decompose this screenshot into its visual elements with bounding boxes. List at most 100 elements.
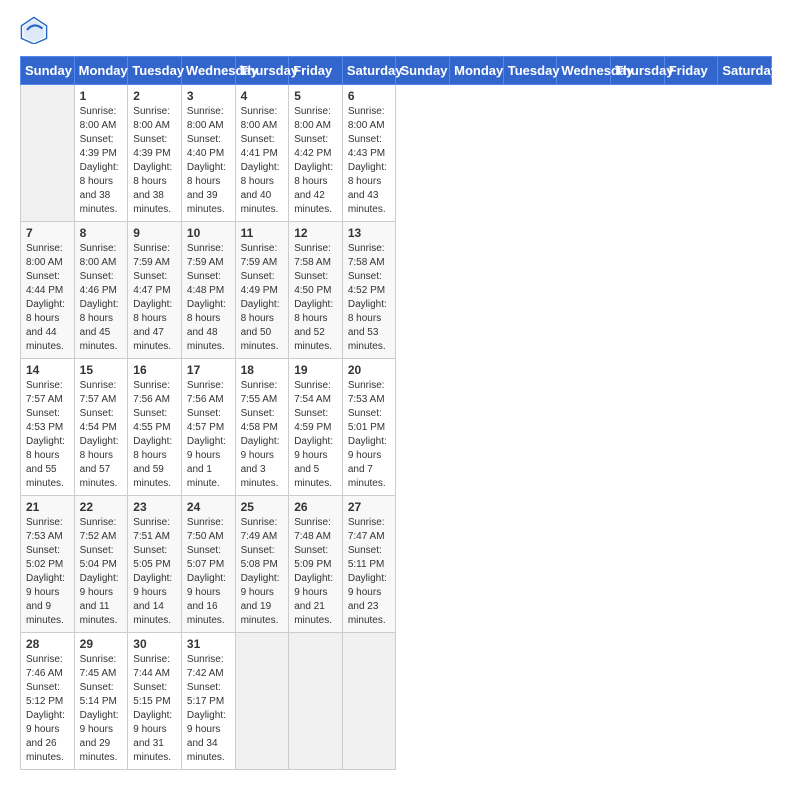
logo-icon xyxy=(20,16,48,44)
day-number: 3 xyxy=(187,89,230,103)
day-number: 29 xyxy=(80,637,123,651)
day-number: 4 xyxy=(241,89,284,103)
day-number: 25 xyxy=(241,500,284,514)
day-info: Sunrise: 7:45 AMSunset: 5:14 PMDaylight:… xyxy=(80,653,123,765)
calendar-cell: 5 Sunrise: 8:00 AMSunset: 4:42 PMDaylight… xyxy=(289,85,343,222)
weekday-wednesday: Wednesday xyxy=(557,57,611,85)
day-number: 8 xyxy=(80,226,123,240)
day-number: 15 xyxy=(80,363,123,377)
calendar-cell: 13 Sunrise: 7:58 AMSunset: 4:52 PMDayligh… xyxy=(342,222,396,359)
day-info: Sunrise: 7:55 AMSunset: 4:58 PMDaylight:… xyxy=(241,379,284,491)
weekday-header-thursday: Thursday xyxy=(235,57,289,85)
day-info: Sunrise: 7:58 AMSunset: 4:50 PMDaylight:… xyxy=(294,242,337,354)
calendar-cell: 15 Sunrise: 7:57 AMSunset: 4:54 PMDayligh… xyxy=(74,359,128,496)
calendar-cell: 7 Sunrise: 8:00 AMSunset: 4:44 PMDaylight… xyxy=(21,222,75,359)
calendar-cell: 14 Sunrise: 7:57 AMSunset: 4:53 PMDayligh… xyxy=(21,359,75,496)
calendar-cell: 1 Sunrise: 8:00 AMSunset: 4:39 PMDaylight… xyxy=(74,85,128,222)
day-number: 16 xyxy=(133,363,176,377)
day-info: Sunrise: 7:58 AMSunset: 4:52 PMDaylight:… xyxy=(348,242,391,354)
weekday-thursday: Thursday xyxy=(611,57,665,85)
day-number: 5 xyxy=(294,89,337,103)
day-info: Sunrise: 7:56 AMSunset: 4:57 PMDaylight:… xyxy=(187,379,230,491)
day-number: 17 xyxy=(187,363,230,377)
day-info: Sunrise: 8:00 AMSunset: 4:43 PMDaylight:… xyxy=(348,105,391,217)
calendar-cell: 9Sunrise: 7:59 AMSunset: 4:47 PMDaylight… xyxy=(128,222,182,359)
day-number: 10 xyxy=(187,226,230,240)
day-info: Sunrise: 7:57 AMSunset: 4:54 PMDaylight:… xyxy=(80,379,123,491)
day-info: Sunrise: 7:49 AMSunset: 5:08 PMDaylight:… xyxy=(241,516,284,628)
day-info: Sunrise: 8:00 AMSunset: 4:41 PMDaylight:… xyxy=(241,105,284,217)
day-number: 27 xyxy=(348,500,391,514)
calendar-cell: 11Sunrise: 7:59 AMSunset: 4:49 PMDayligh… xyxy=(235,222,289,359)
day-number: 26 xyxy=(294,500,337,514)
week-row-1: 1 Sunrise: 8:00 AMSunset: 4:39 PMDaylight… xyxy=(21,85,772,222)
day-number: 13 xyxy=(348,226,391,240)
day-number: 28 xyxy=(26,637,69,651)
weekday-header-saturday: Saturday xyxy=(342,57,396,85)
calendar-cell xyxy=(289,633,343,770)
day-info: Sunrise: 8:00 AMSunset: 4:39 PMDaylight:… xyxy=(133,105,176,217)
logo xyxy=(20,16,52,44)
day-number: 22 xyxy=(80,500,123,514)
day-info: Sunrise: 8:00 AMSunset: 4:39 PMDaylight:… xyxy=(80,105,123,217)
calendar-cell: 31Sunrise: 7:42 AMSunset: 5:17 PMDayligh… xyxy=(181,633,235,770)
calendar-cell: 4 Sunrise: 8:00 AMSunset: 4:41 PMDaylight… xyxy=(235,85,289,222)
calendar-cell: 20Sunrise: 7:53 AMSunset: 5:01 PMDayligh… xyxy=(342,359,396,496)
weekday-friday: Friday xyxy=(664,57,718,85)
day-info: Sunrise: 7:53 AMSunset: 5:02 PMDaylight:… xyxy=(26,516,69,628)
weekday-tuesday: Tuesday xyxy=(503,57,557,85)
day-info: Sunrise: 7:57 AMSunset: 4:53 PMDaylight:… xyxy=(26,379,69,491)
calendar-cell: 6 Sunrise: 8:00 AMSunset: 4:43 PMDaylight… xyxy=(342,85,396,222)
week-row-5: 28 Sunrise: 7:46 AMSunset: 5:12 PMDayligh… xyxy=(21,633,772,770)
day-info: Sunrise: 7:48 AMSunset: 5:09 PMDaylight:… xyxy=(294,516,337,628)
day-info: Sunrise: 8:00 AMSunset: 4:42 PMDaylight:… xyxy=(294,105,337,217)
calendar-cell: 2 Sunrise: 8:00 AMSunset: 4:39 PMDaylight… xyxy=(128,85,182,222)
weekday-header-tuesday: Tuesday xyxy=(128,57,182,85)
day-info: Sunrise: 8:00 AMSunset: 4:44 PMDaylight:… xyxy=(26,242,69,354)
day-number: 19 xyxy=(294,363,337,377)
day-info: Sunrise: 7:51 AMSunset: 5:05 PMDaylight:… xyxy=(133,516,176,628)
day-info: Sunrise: 7:46 AMSunset: 5:12 PMDaylight:… xyxy=(26,653,69,765)
day-number: 12 xyxy=(294,226,337,240)
calendar-cell: 17 Sunrise: 7:56 AMSunset: 4:57 PMDayligh… xyxy=(181,359,235,496)
weekday-header-wednesday: Wednesday xyxy=(181,57,235,85)
day-info: Sunrise: 7:53 AMSunset: 5:01 PMDaylight:… xyxy=(348,379,391,491)
calendar-cell: 19 Sunrise: 7:54 AMSunset: 4:59 PMDayligh… xyxy=(289,359,343,496)
calendar-cell: 3 Sunrise: 8:00 AMSunset: 4:40 PMDaylight… xyxy=(181,85,235,222)
calendar-cell: 8 Sunrise: 8:00 AMSunset: 4:46 PMDaylight… xyxy=(74,222,128,359)
calendar-cell: 29 Sunrise: 7:45 AMSunset: 5:14 PMDayligh… xyxy=(74,633,128,770)
day-info: Sunrise: 7:44 AMSunset: 5:15 PMDaylight:… xyxy=(133,653,176,765)
day-number: 14 xyxy=(26,363,69,377)
day-info: Sunrise: 8:00 AMSunset: 4:46 PMDaylight:… xyxy=(80,242,123,354)
day-info: Sunrise: 7:59 AMSunset: 4:49 PMDaylight:… xyxy=(241,242,284,354)
day-info: Sunrise: 7:56 AMSunset: 4:55 PMDaylight:… xyxy=(133,379,176,491)
day-number: 2 xyxy=(133,89,176,103)
calendar-cell: 30 Sunrise: 7:44 AMSunset: 5:15 PMDayligh… xyxy=(128,633,182,770)
week-row-2: 7 Sunrise: 8:00 AMSunset: 4:44 PMDaylight… xyxy=(21,222,772,359)
calendar-cell xyxy=(342,633,396,770)
day-number: 7 xyxy=(26,226,69,240)
weekday-sunday: Sunday xyxy=(396,57,450,85)
calendar-cell: 18 Sunrise: 7:55 AMSunset: 4:58 PMDayligh… xyxy=(235,359,289,496)
day-number: 9 xyxy=(133,226,176,240)
day-info: Sunrise: 7:54 AMSunset: 4:59 PMDaylight:… xyxy=(294,379,337,491)
weekday-monday: Monday xyxy=(450,57,504,85)
week-row-3: 14 Sunrise: 7:57 AMSunset: 4:53 PMDayligh… xyxy=(21,359,772,496)
day-number: 18 xyxy=(241,363,284,377)
calendar-cell xyxy=(21,85,75,222)
page-header xyxy=(20,16,772,44)
day-number: 24 xyxy=(187,500,230,514)
weekday-saturday: Saturday xyxy=(718,57,772,85)
calendar-cell: 12 Sunrise: 7:58 AMSunset: 4:50 PMDayligh… xyxy=(289,222,343,359)
calendar-header-row: SundayMondayTuesdayWednesdayThursdayFrid… xyxy=(21,57,772,85)
day-number: 30 xyxy=(133,637,176,651)
day-number: 21 xyxy=(26,500,69,514)
day-number: 6 xyxy=(348,89,391,103)
day-info: Sunrise: 7:50 AMSunset: 5:07 PMDaylight:… xyxy=(187,516,230,628)
day-info: Sunrise: 7:42 AMSunset: 5:17 PMDaylight:… xyxy=(187,653,230,765)
day-number: 1 xyxy=(80,89,123,103)
day-info: Sunrise: 7:59 AMSunset: 4:48 PMDaylight:… xyxy=(187,242,230,354)
calendar-table: SundayMondayTuesdayWednesdayThursdayFrid… xyxy=(20,56,772,770)
day-info: Sunrise: 7:52 AMSunset: 5:04 PMDaylight:… xyxy=(80,516,123,628)
day-info: Sunrise: 8:00 AMSunset: 4:40 PMDaylight:… xyxy=(187,105,230,217)
